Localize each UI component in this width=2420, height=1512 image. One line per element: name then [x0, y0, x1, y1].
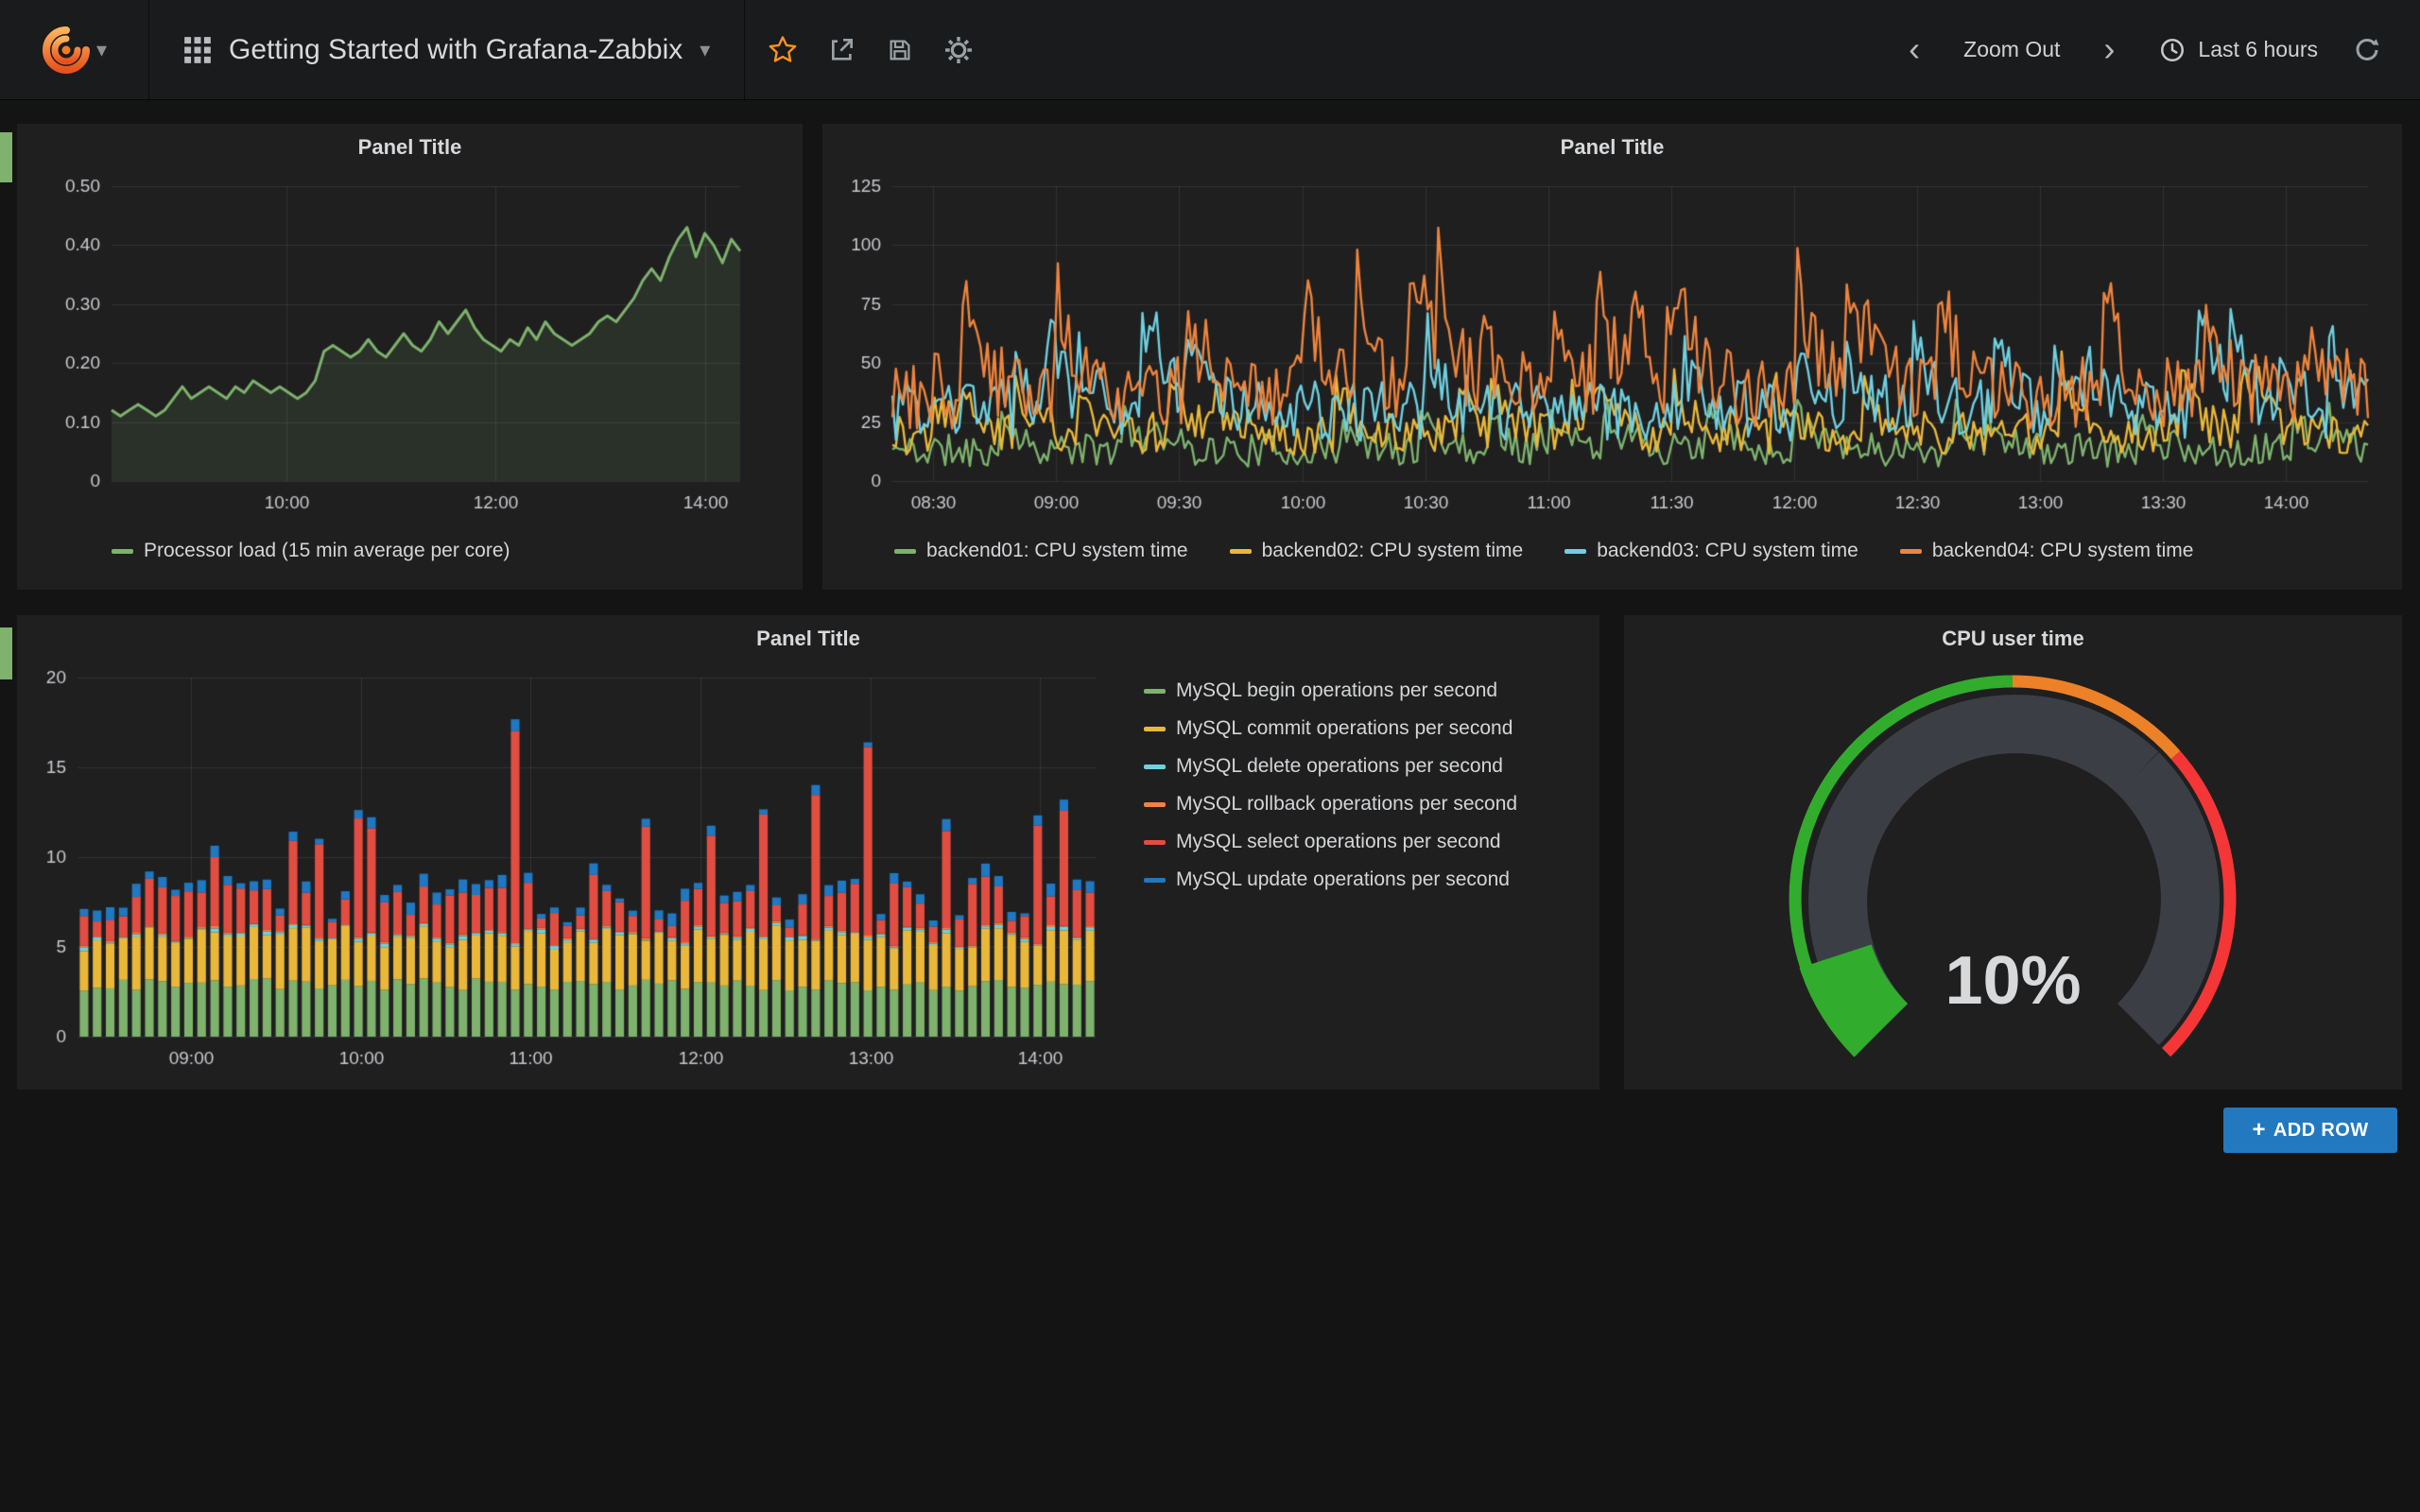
refresh-button[interactable]: [2342, 26, 2392, 75]
plus-icon: +: [2253, 1119, 2266, 1142]
add-row-button[interactable]: + ADD ROW: [2223, 1108, 2397, 1153]
row-menu-handle[interactable]: [0, 627, 12, 679]
time-range-label: Last 6 hours: [2198, 37, 2318, 62]
add-row-label: ADD ROW: [2273, 1120, 2369, 1142]
legend-item[interactable]: MySQL select operations per second: [1144, 831, 1588, 853]
time-range-picker[interactable]: Last 6 hours: [2158, 36, 2318, 64]
legend: backend01: CPU system time backend02: CPU…: [894, 540, 2193, 562]
dashboard-title: Getting Started with Grafana-Zabbix: [229, 34, 683, 66]
legend-item[interactable]: MySQL delete operations per second: [1144, 755, 1588, 778]
caret-down-icon: ▾: [700, 40, 710, 60]
legend-label: backend03: CPU system time: [1597, 540, 1858, 562]
time-controls: ‹ Zoom Out › Last 6 hours: [1890, 26, 2420, 75]
cpu-system-time-graph-canvas[interactable]: [838, 175, 2387, 528]
legend-color-dash: [1230, 549, 1252, 554]
share-icon: [826, 35, 856, 65]
legend: MySQL begin operations per second MySQL c…: [1144, 679, 1588, 891]
time-back-button[interactable]: ‹: [1890, 26, 1939, 75]
star-icon: [767, 34, 799, 66]
legend-label: MySQL begin operations per second: [1176, 679, 1497, 702]
legend-label: backend01: CPU system time: [926, 540, 1188, 562]
settings-button[interactable]: [934, 26, 983, 75]
save-button[interactable]: [875, 26, 925, 75]
grafana-dashboard: ▾ Getting Started with Grafana-Zabbix ▾: [0, 0, 2420, 1512]
legend-item[interactable]: backend02: CPU system time: [1230, 540, 1524, 562]
legend-color-dash: [894, 549, 916, 554]
legend-item[interactable]: Processor load (15 min average per core): [112, 540, 510, 562]
legend-color-dash: [1564, 549, 1586, 554]
legend-color-dash: [1900, 549, 1922, 554]
legend-label: MySQL update operations per second: [1176, 868, 1510, 891]
legend-label: Processor load (15 min average per core): [144, 540, 510, 562]
dashboard-title-button[interactable]: Getting Started with Grafana-Zabbix ▾: [149, 0, 744, 99]
panel-cpu-system-time: Panel Title backend01: CPU system timeba…: [822, 124, 2402, 590]
legend-item[interactable]: MySQL begin operations per second: [1144, 679, 1588, 702]
grafana-logo-icon: [42, 26, 91, 75]
panel-title[interactable]: Panel Title: [17, 627, 1599, 651]
legend-label: MySQL rollback operations per second: [1176, 793, 1517, 816]
share-button[interactable]: [817, 26, 866, 75]
dashboard-grid-icon: [183, 36, 212, 64]
legend-item[interactable]: MySQL commit operations per second: [1144, 717, 1588, 740]
gauge-value: 10%: [1624, 942, 2402, 1020]
legend-label: MySQL delete operations per second: [1176, 755, 1503, 778]
clock-icon: [2158, 36, 2187, 64]
legend-label: MySQL select operations per second: [1176, 831, 1501, 853]
time-forward-button[interactable]: ›: [2084, 26, 2134, 75]
legend-item[interactable]: MySQL update operations per second: [1144, 868, 1588, 891]
panel-cpu-user-time: CPU user time 10%: [1624, 615, 2402, 1090]
settings-gear-icon: [943, 35, 974, 65]
star-button[interactable]: [758, 26, 807, 75]
chevron-right-icon: ›: [2103, 36, 2115, 63]
refresh-icon: [2353, 36, 2381, 64]
legend-color-dash: [1144, 689, 1166, 694]
row-menu-handle[interactable]: [0, 132, 12, 182]
legend-label: backend02: CPU system time: [1262, 540, 1524, 562]
legend-label: MySQL commit operations per second: [1176, 717, 1512, 740]
legend-item[interactable]: backend03: CPU system time: [1564, 540, 1858, 562]
legend-color-dash: [1144, 840, 1166, 845]
mysql-operations-graph-canvas[interactable]: [32, 666, 1110, 1084]
panel-title[interactable]: Panel Title: [822, 135, 2402, 160]
chevron-left-icon: ‹: [1909, 36, 1920, 63]
zoom-out-button[interactable]: Zoom Out: [1963, 37, 2060, 62]
legend-label: backend04: CPU system time: [1932, 540, 2194, 562]
legend-color-dash: [1144, 727, 1166, 731]
legend-color-dash: [1144, 765, 1166, 769]
legend: Processor load (15 min average per core): [112, 540, 510, 562]
panel-title[interactable]: Panel Title: [17, 135, 803, 160]
cpu-user-time-gauge: [1767, 653, 2258, 1090]
caret-down-icon: ▾: [96, 40, 107, 60]
processor-load-graph[interactable]: [32, 175, 787, 528]
navbar: ▾ Getting Started with Grafana-Zabbix ▾: [0, 0, 2420, 100]
legend-color-dash: [1144, 802, 1166, 807]
panel-mysql-operations: Panel Title MySQL begin operations per s…: [17, 615, 1599, 1090]
dashboard-actions: [744, 0, 996, 99]
legend-item[interactable]: MySQL rollback operations per second: [1144, 793, 1588, 816]
grafana-menu-button[interactable]: ▾: [0, 0, 149, 99]
legend-color-dash: [112, 549, 133, 554]
cpu-system-time-graph[interactable]: [838, 175, 2387, 528]
mysql-operations-graph[interactable]: [32, 666, 1110, 1084]
panel-title[interactable]: CPU user time: [1624, 627, 2402, 651]
legend-item[interactable]: backend04: CPU system time: [1900, 540, 2194, 562]
legend-item[interactable]: backend01: CPU system time: [894, 540, 1188, 562]
processor-load-graph-canvas[interactable]: [32, 175, 787, 528]
panel-processor-load: Panel Title Processor load (15 min avera…: [17, 124, 803, 590]
save-icon: [886, 36, 914, 64]
legend-color-dash: [1144, 878, 1166, 883]
